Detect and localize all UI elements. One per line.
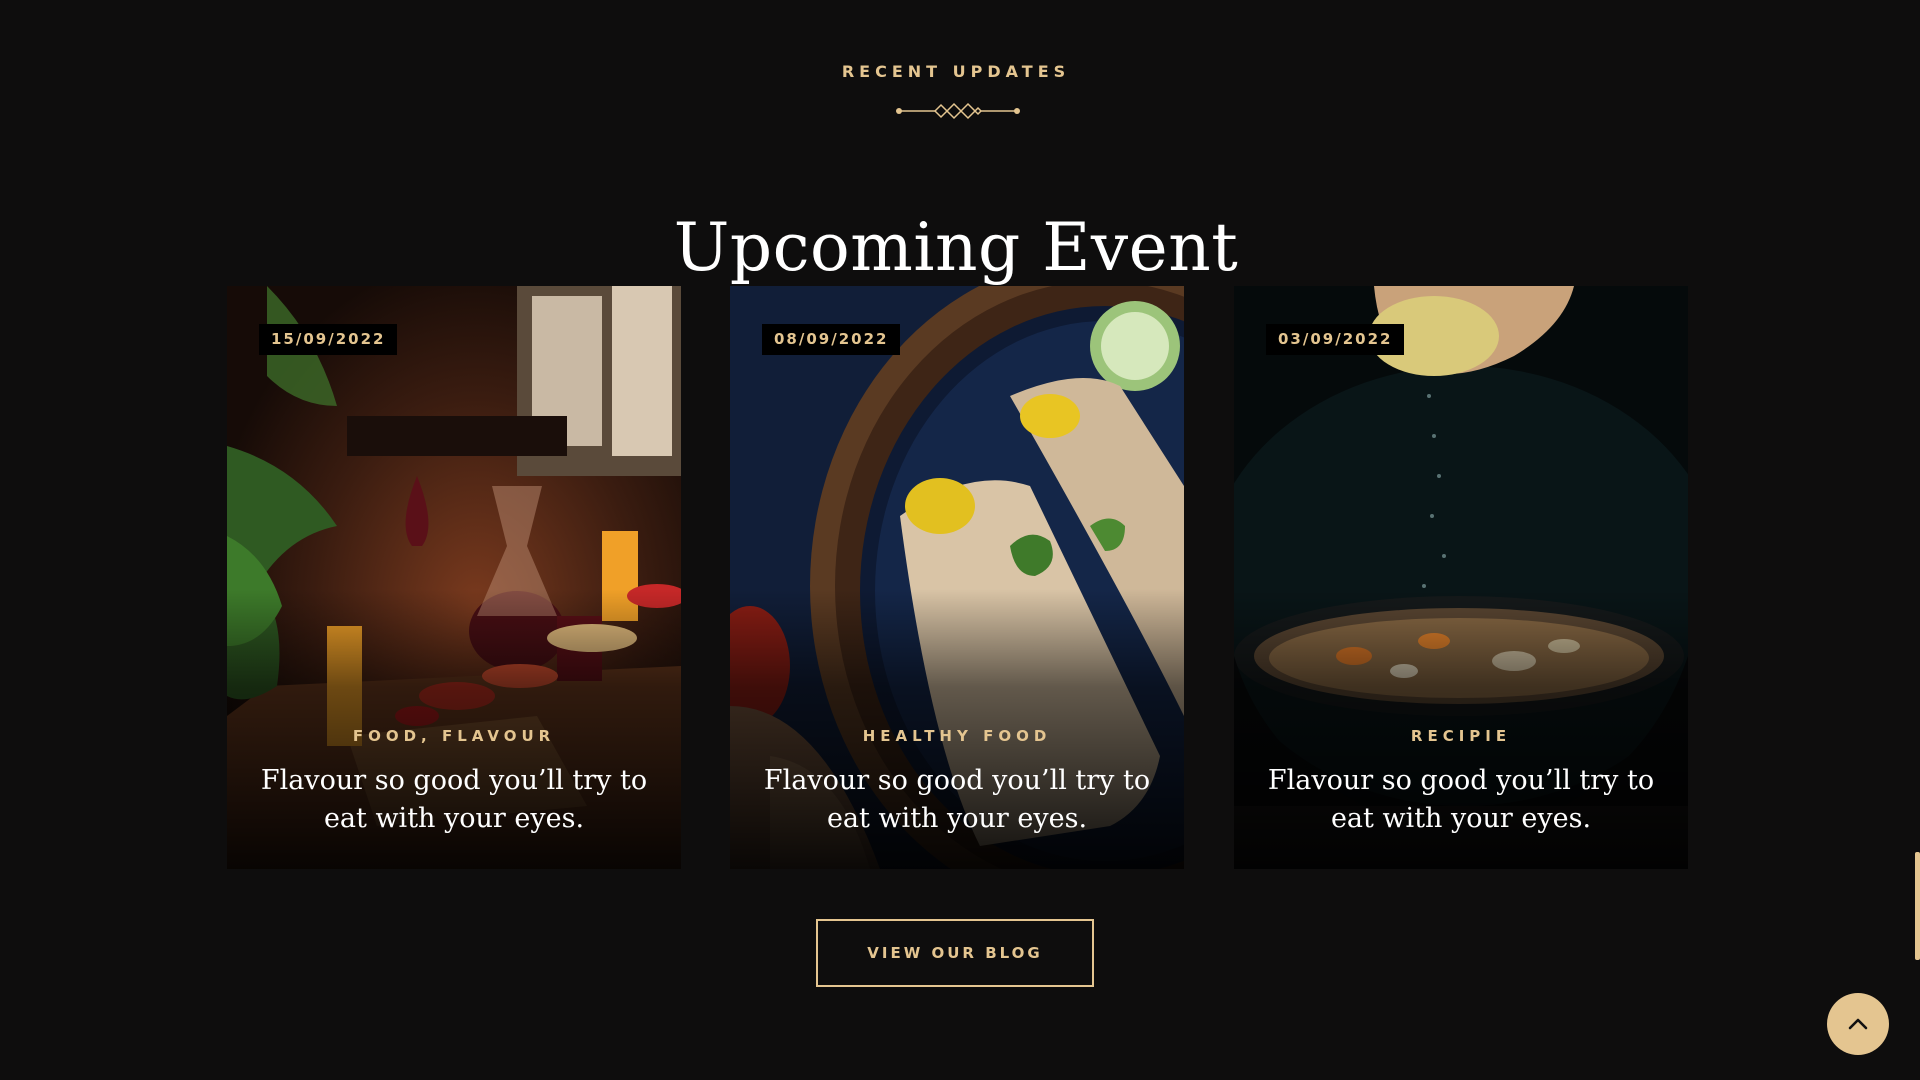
back-to-top-button[interactable]	[1827, 993, 1889, 1055]
upcoming-events-section: RECENT UPDATES Upcoming Event 15/09/2022…	[0, 0, 1920, 1080]
card-category[interactable]: HEALTHY FOOD	[730, 727, 1184, 745]
date-badge: 08/09/2022	[762, 324, 901, 355]
scrollbar[interactable]	[1912, 0, 1920, 1080]
chevron-up-icon	[1848, 1018, 1868, 1030]
event-card[interactable]: 03/09/2022 RECIPIE Flavour so good you’l…	[1234, 286, 1688, 869]
card-category[interactable]: FOOD, FLAVOUR	[227, 727, 681, 745]
card-title[interactable]: Flavour so good you’ll try to eat with y…	[1264, 762, 1658, 838]
scrollbar-thumb[interactable]	[1915, 852, 1920, 960]
card-title[interactable]: Flavour so good you’ll try to eat with y…	[257, 762, 651, 838]
date-badge: 03/09/2022	[1266, 324, 1405, 355]
event-card[interactable]: 15/09/2022 FOOD, FLAVOUR Flavour so good…	[227, 286, 681, 869]
date-badge: 15/09/2022	[259, 324, 398, 355]
section-subtitle: RECENT UPDATES	[841, 62, 1071, 81]
card-title[interactable]: Flavour so good you’ll try to eat with y…	[760, 762, 1154, 838]
view-blog-button[interactable]: VIEW OUR BLOG	[816, 919, 1094, 987]
event-card[interactable]: 08/09/2022 HEALTHY FOOD Flavour so good …	[730, 286, 1184, 869]
card-category[interactable]: RECIPIE	[1234, 727, 1688, 745]
ornament-separator-icon	[896, 102, 1020, 120]
section-title: Upcoming Event	[673, 208, 1239, 286]
